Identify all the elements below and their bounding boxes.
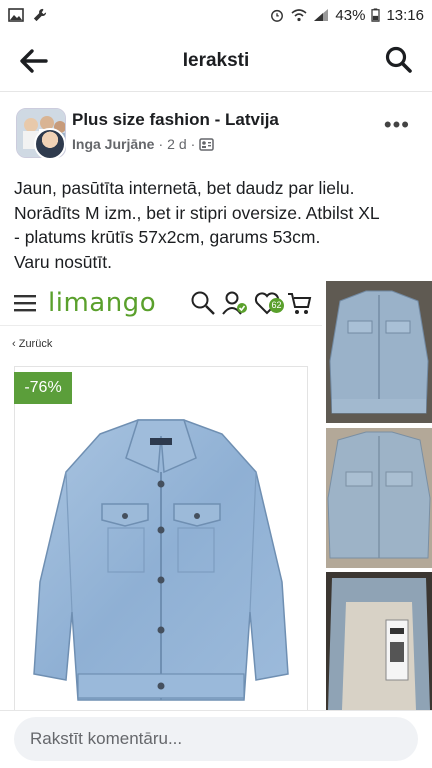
search-icon[interactable] — [384, 45, 414, 75]
jacket-photo-icon — [326, 281, 432, 423]
post-header: Plus size fashion - Latvija Inga Jurjāne… — [0, 100, 432, 162]
meta-separator-2: · — [190, 136, 196, 152]
shop-top-bar: limango 62 — [0, 280, 322, 326]
store-logo: limango — [48, 288, 157, 318]
post-text-line: - platums krūtīs 57x2cm, garums 53cm. — [14, 227, 321, 247]
page-title: Ieraksti — [182, 49, 250, 71]
cart-icon — [288, 293, 312, 314]
battery-icon — [371, 8, 381, 22]
wifi-icon — [291, 9, 307, 22]
jacket-label-photo-icon — [326, 572, 432, 710]
post-text-line: Varu nosūtīt. — [14, 251, 112, 272]
alarm-icon — [271, 9, 284, 22]
image-icon — [8, 8, 24, 22]
status-left-icons — [8, 8, 48, 22]
status-right: 43% 13:16 — [269, 7, 424, 24]
signal-icon — [314, 9, 329, 21]
post-photo-main[interactable]: limango 62 ‹ Zurück -76% — [0, 280, 322, 710]
post-text-line: Jaun, pasūtīta internetā, bet daudz par … — [14, 178, 355, 198]
post-meta: Inga Jurjāne · 2 d · — [72, 136, 215, 152]
post-text: Jaun, pasūtīta internetā, bet daudz par … — [14, 176, 422, 274]
app-bar: Ieraksti — [0, 30, 432, 92]
jacket-photo-icon — [326, 428, 432, 568]
comment-bar — [0, 710, 432, 768]
shop-icons — [190, 290, 312, 316]
discount-badge: -76% — [14, 372, 72, 404]
post-time[interactable]: 2 d — [167, 136, 186, 152]
wrench-icon — [33, 8, 47, 22]
post-photo-thumbnail[interactable] — [326, 428, 432, 568]
post-text-line: Norādīts M izm., bet ir stipri oversize.… — [14, 202, 380, 223]
menu-icon — [14, 295, 36, 312]
wishlist-badge: 62 — [269, 298, 284, 313]
author-avatar[interactable] — [34, 128, 66, 160]
meta-separator: · — [158, 136, 164, 152]
author-name[interactable]: Inga Jurjāne — [72, 136, 154, 152]
group-name[interactable]: Plus size fashion - Latvija — [72, 110, 279, 130]
comment-input[interactable] — [14, 717, 418, 761]
status-bar: 43% 13:16 — [0, 0, 432, 30]
battery-percent: 43% — [335, 6, 366, 24]
search-icon — [191, 291, 215, 315]
post-photo-thumbnail[interactable] — [326, 572, 432, 710]
group-privacy-icon — [199, 137, 215, 151]
more-options-button[interactable]: ••• — [384, 112, 410, 138]
user-icon — [222, 291, 247, 315]
post-photo-thumbnail[interactable] — [326, 281, 432, 423]
back-link: ‹ Zurück — [12, 338, 53, 350]
denim-jacket-image — [33, 419, 289, 701]
clock: 13:16 — [386, 6, 424, 24]
